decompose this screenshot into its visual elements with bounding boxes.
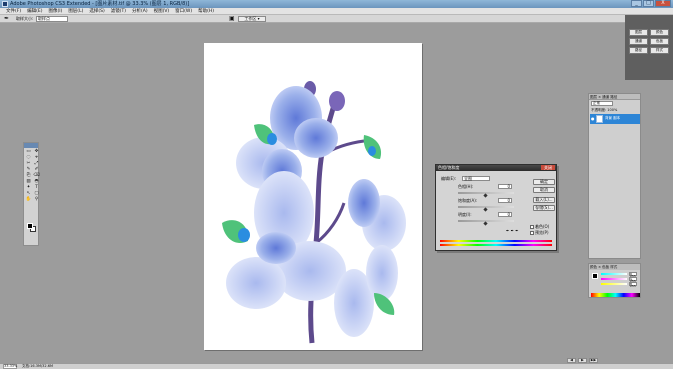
dock-button-styles[interactable]: 样式 — [650, 47, 669, 54]
path-selection-tool-icon[interactable]: ↖ — [25, 191, 32, 196]
gradient-tool-icon[interactable]: ▨ — [25, 179, 32, 184]
minimize-button[interactable]: _ — [631, 0, 642, 7]
crop-tool-icon[interactable]: ✂ — [25, 161, 32, 166]
eraser-tool-icon[interactable]: ⌫ — [33, 173, 40, 178]
saturation-slider-thumb[interactable] — [483, 207, 488, 212]
marquee-tool-icon[interactable]: ▭ — [25, 149, 32, 154]
workspace-icon: ▣ — [229, 15, 235, 22]
opacity-label[interactable]: 不透明度: 100% — [591, 108, 617, 112]
type-tool-icon[interactable]: T — [33, 185, 40, 190]
eyedropper-tools-icon[interactable]: ✒ ✒ ✒ — [506, 228, 519, 233]
orchid-image — [222, 81, 406, 344]
saturation-input[interactable]: 0 — [498, 198, 512, 203]
color-panel: 颜色 × 色板 样式 R 255 G 255 B 255 — [588, 263, 641, 298]
hue-spectrum-bottom — [440, 244, 552, 246]
menu-select[interactable]: 选择(S) — [86, 8, 107, 14]
status-bar: 33.33% 文档:16.3M/32.6M — [0, 363, 673, 369]
photoshop-app-icon — [2, 1, 8, 7]
menu-bar: 文件(F) 编辑(E) 图像(I) 图层(L) 选择(S) 滤镜(T) 分析(A… — [0, 8, 673, 15]
layer-row[interactable]: ● 背景 副本 — [590, 114, 640, 124]
clone-stamp-tool-icon[interactable]: ⎘ — [25, 173, 32, 178]
sample-size-select[interactable]: 取样点 — [36, 16, 68, 22]
hand-tool-icon[interactable]: ✋ — [25, 197, 32, 202]
save-button[interactable]: 存储(S)... — [533, 205, 555, 211]
layer-thumbnail — [596, 115, 603, 123]
maximize-button[interactable]: □ — [643, 0, 654, 7]
options-bar: ✒ 取样大小: 取样点 ▣ 工作区 ▾ — [0, 15, 625, 23]
red-slider[interactable] — [601, 273, 627, 275]
brush-tool-icon[interactable]: ✎ — [25, 167, 32, 172]
edit-label: 编辑(E): — [441, 176, 456, 181]
pencil-tool-icon[interactable]: ✐ — [33, 167, 40, 172]
blue-slider[interactable] — [601, 283, 627, 285]
color-ramp[interactable] — [591, 293, 640, 297]
workspace-button[interactable]: 工作区 ▾ — [238, 16, 266, 22]
ok-button[interactable]: 确定 — [533, 179, 555, 185]
shape-tool-icon[interactable]: ▢ — [33, 191, 40, 196]
dialog-title: 色相/饱和度 — [438, 165, 460, 170]
cancel-button[interactable]: 取消 — [533, 187, 555, 193]
menu-edit[interactable]: 编辑(E) — [24, 8, 45, 14]
zoom-field[interactable]: 33.33% — [3, 364, 17, 369]
menu-image[interactable]: 图像(I) — [45, 8, 65, 14]
eyedropper-icon[interactable]: ✒ — [4, 16, 10, 22]
foreground-color-swatch[interactable] — [27, 223, 33, 229]
lasso-tool-icon[interactable]: ◌ — [25, 155, 32, 160]
hue-spectrum-top — [440, 240, 552, 242]
preview-label: 预览(P) — [535, 230, 549, 235]
dock-button-layers[interactable]: 图层 — [629, 29, 648, 36]
document-info[interactable]: 文档:16.3M/32.6M — [22, 364, 53, 369]
menu-view[interactable]: 视图(V) — [151, 8, 173, 14]
dock-button-swatches[interactable]: 色板 — [650, 38, 669, 45]
close-button[interactable]: X — [655, 0, 671, 7]
zoom-tool-icon[interactable]: ⚲ — [33, 197, 40, 202]
dock-button-paths[interactable]: 路径 — [629, 47, 648, 54]
dodge-tool-icon[interactable]: ◓ — [33, 179, 40, 184]
pen-tool-icon[interactable]: ✦ — [25, 185, 32, 190]
window-title: Adobe Photoshop CS3 Extended - [图片素材.tif… — [10, 1, 190, 7]
title-bar: Adobe Photoshop CS3 Extended - [图片素材.tif… — [0, 0, 673, 8]
eye-icon[interactable]: ● — [591, 117, 595, 121]
hue-slider-thumb[interactable] — [483, 193, 488, 198]
panel-dock: 图层 通道 路径 颜色 色板 样式 — [625, 15, 673, 80]
menu-layer[interactable]: 图层(L) — [65, 8, 86, 14]
saturation-label: 饱和度(A): — [458, 198, 478, 203]
dock-button-color[interactable]: 颜色 — [650, 29, 669, 36]
magic-wand-tool-icon[interactable]: ⌖ — [33, 155, 40, 160]
lightness-slider-thumb[interactable] — [483, 221, 488, 226]
dock-button-channels[interactable]: 通道 — [629, 38, 648, 45]
hue-saturation-dialog: 色相/饱和度 关闭 编辑(E): 全图 色相(H): 0 饱和度(A): 0 明… — [435, 164, 557, 251]
window-controls: _ □ X — [631, 0, 671, 7]
green-slider[interactable] — [601, 278, 627, 280]
document-canvas[interactable] — [204, 43, 422, 350]
preview-checkbox[interactable] — [530, 231, 534, 235]
edit-select[interactable]: 全图 — [462, 176, 490, 181]
lightness-label: 明度(I): — [458, 212, 472, 217]
color-fg-swatch[interactable] — [592, 273, 598, 279]
blue-value[interactable]: B 255 — [629, 282, 637, 288]
slice-tool-icon[interactable]: ⤢ — [33, 161, 40, 166]
menu-window[interactable]: 窗口(W) — [172, 8, 195, 14]
color-panel-tabs[interactable]: 颜色 × 色板 样式 — [589, 264, 640, 270]
load-button[interactable]: 载入(L)... — [533, 197, 555, 203]
move-tool-icon[interactable]: ✥ — [33, 149, 40, 154]
toolbox: ▭ ✥ ◌ ⌖ ✂ ⤢ ✎ ✐ ⎘ ⌫ ▨ ◓ ✦ T ↖ ▢ ✋ ⚲ — [23, 142, 40, 246]
lightness-input[interactable]: 0 — [498, 212, 512, 217]
layer-name: 背景 副本 — [605, 116, 621, 120]
menu-file[interactable]: 文件(F) — [3, 8, 24, 14]
layers-panel: 图层 × 通道 路径 正常 不透明度: 100% ● 背景 副本 — [588, 93, 641, 259]
menu-filter[interactable]: 滤镜(T) — [108, 8, 129, 14]
green-value[interactable]: G 255 — [629, 277, 637, 283]
menu-help[interactable]: 帮助(H) — [195, 8, 217, 14]
dialog-close-button[interactable]: 关闭 — [541, 165, 555, 170]
dialog-title-bar[interactable]: 色相/饱和度 关闭 — [436, 165, 556, 171]
colorize-checkbox[interactable] — [530, 225, 534, 229]
hue-input[interactable]: 0 — [498, 184, 512, 189]
colorize-label: 着色(O) — [535, 224, 550, 229]
sample-size-label: 取样大小: — [16, 16, 34, 21]
menu-analysis[interactable]: 分析(A) — [129, 8, 151, 14]
red-value[interactable]: R 255 — [629, 272, 637, 278]
blend-mode-select[interactable]: 正常 — [591, 101, 613, 106]
hue-label: 色相(H): — [458, 184, 474, 189]
